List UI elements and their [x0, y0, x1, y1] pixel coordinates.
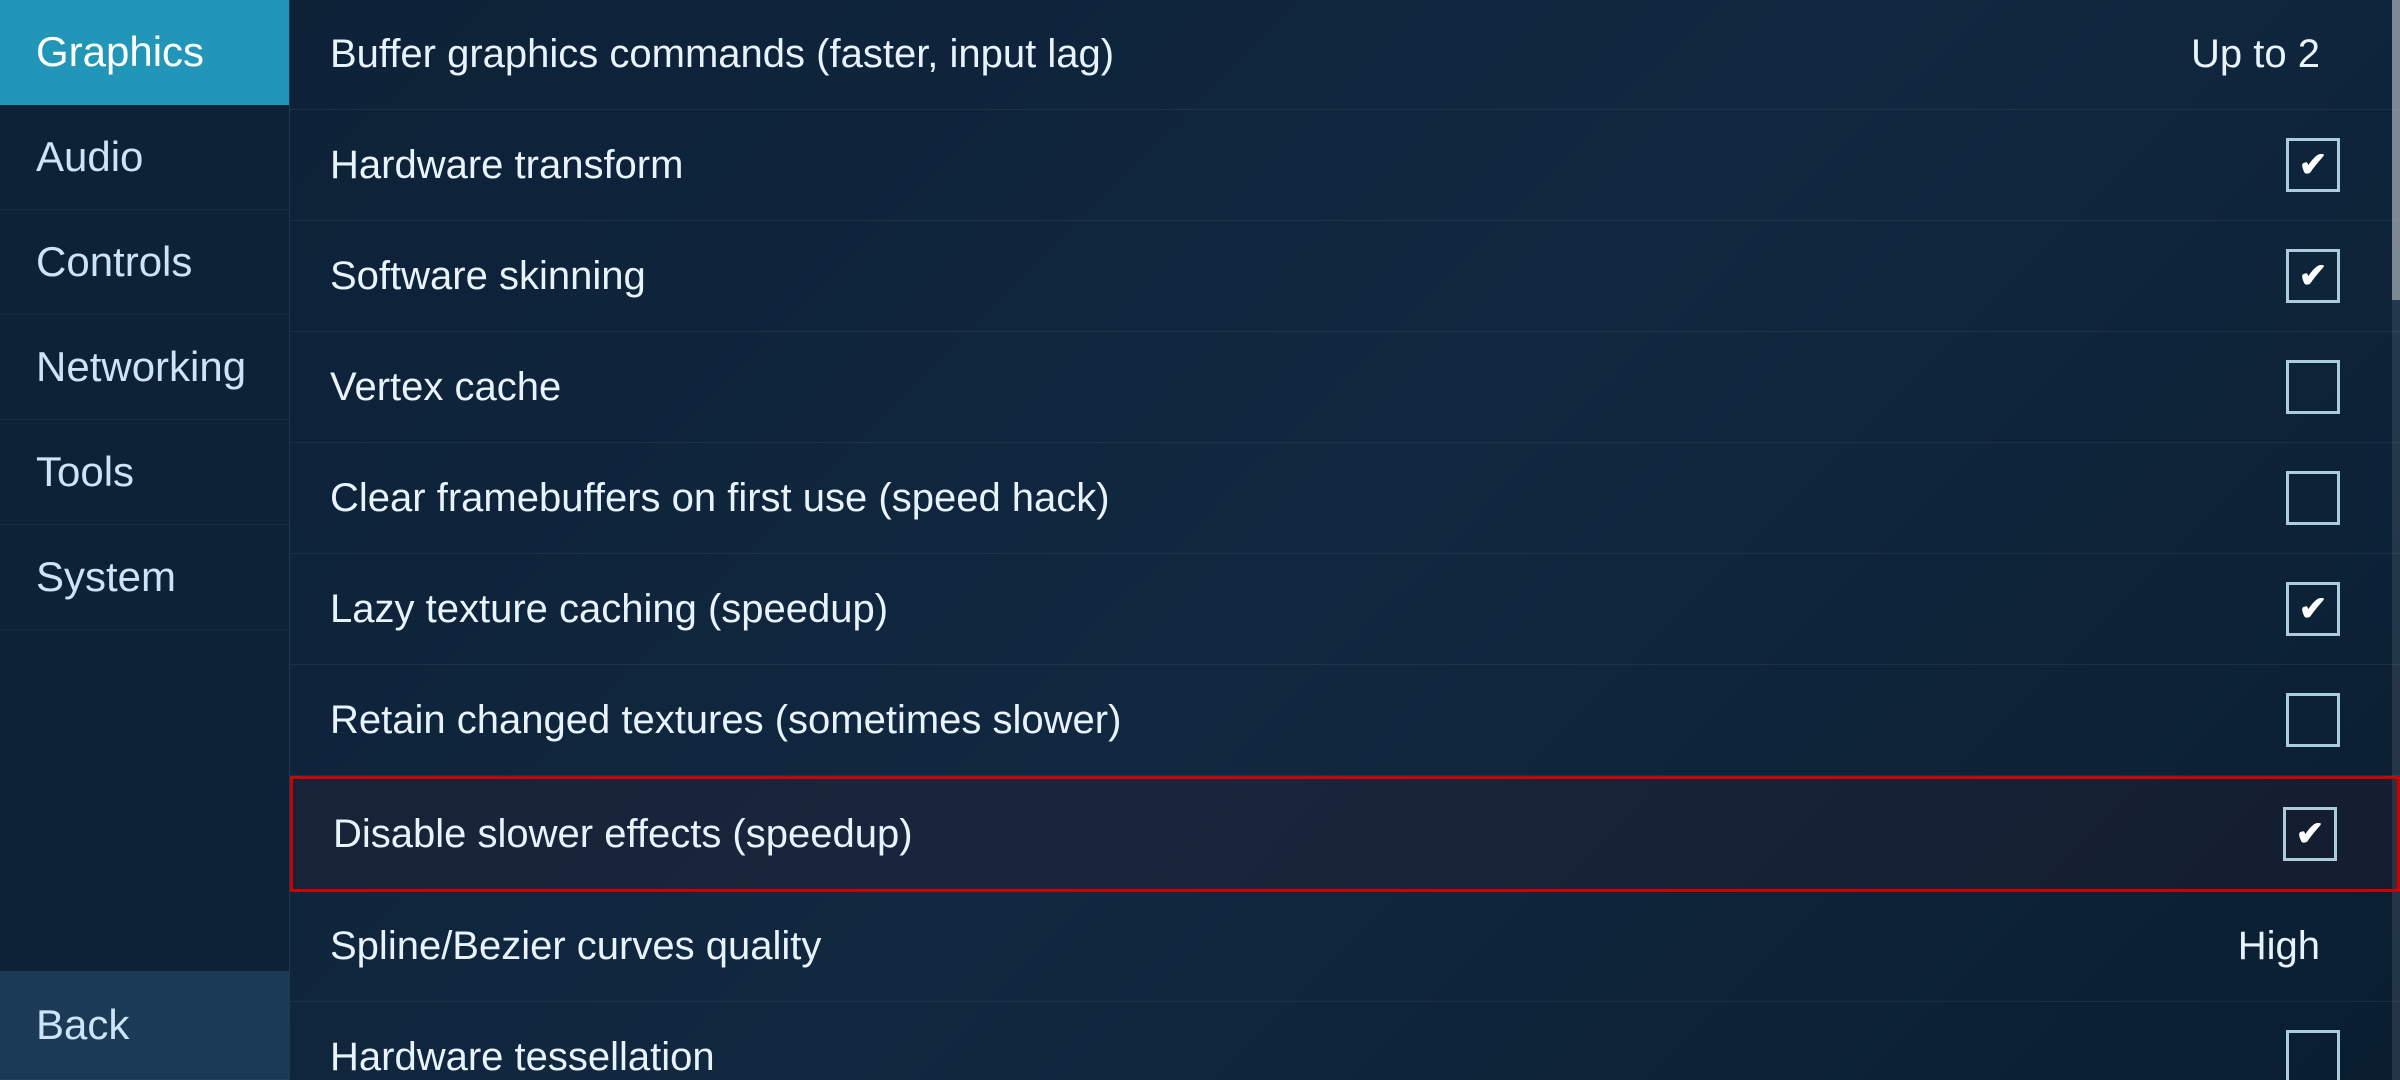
- checkbox-lazy-texture-caching[interactable]: [2286, 582, 2340, 636]
- setting-label-buffer-graphics: Buffer graphics commands (faster, input …: [330, 32, 2191, 77]
- sidebar-item-system-label: System: [36, 553, 176, 600]
- setting-label-retain-changed-textures: Retain changed textures (sometimes slowe…: [330, 698, 2286, 743]
- sidebar-item-audio-label: Audio: [36, 133, 143, 180]
- checkbox-hardware-tessellation[interactable]: [2286, 1030, 2340, 1080]
- sidebar-item-controls[interactable]: Controls: [0, 210, 289, 315]
- sidebar: Graphics Audio Controls Networking Tools…: [0, 0, 290, 1080]
- checkbox-retain-changed-textures[interactable]: [2286, 693, 2340, 747]
- setting-row-buffer-graphics[interactable]: Buffer graphics commands (faster, input …: [290, 0, 2400, 110]
- sidebar-item-graphics-label: Graphics: [36, 28, 204, 75]
- sidebar-item-tools-label: Tools: [36, 448, 134, 495]
- sidebar-item-audio[interactable]: Audio: [0, 105, 289, 210]
- setting-label-vertex-cache: Vertex cache: [330, 365, 2286, 410]
- setting-row-software-skinning[interactable]: Software skinning: [290, 221, 2400, 332]
- sidebar-item-tools[interactable]: Tools: [0, 420, 289, 525]
- sidebar-item-controls-label: Controls: [36, 238, 192, 285]
- setting-row-retain-changed-textures[interactable]: Retain changed textures (sometimes slowe…: [290, 665, 2400, 776]
- checkbox-clear-framebuffers[interactable]: [2286, 471, 2340, 525]
- setting-row-clear-framebuffers[interactable]: Clear framebuffers on first use (speed h…: [290, 443, 2400, 554]
- setting-row-spline-bezier[interactable]: Spline/Bezier curves qualityHigh: [290, 892, 2400, 1002]
- setting-label-clear-framebuffers: Clear framebuffers on first use (speed h…: [330, 476, 2286, 521]
- setting-row-disable-slower-effects[interactable]: Disable slower effects (speedup): [290, 776, 2400, 892]
- setting-row-lazy-texture-caching[interactable]: Lazy texture caching (speedup): [290, 554, 2400, 665]
- sidebar-item-graphics[interactable]: Graphics: [0, 0, 289, 105]
- sidebar-item-system[interactable]: System: [0, 525, 289, 630]
- setting-row-vertex-cache[interactable]: Vertex cache: [290, 332, 2400, 443]
- sidebar-item-back[interactable]: Back: [0, 971, 289, 1080]
- setting-label-hardware-transform: Hardware transform: [330, 143, 2286, 188]
- setting-label-spline-bezier: Spline/Bezier curves quality: [330, 924, 2238, 969]
- setting-value-buffer-graphics: Up to 2: [2191, 32, 2320, 77]
- settings-list: Buffer graphics commands (faster, input …: [290, 0, 2400, 1080]
- setting-row-hardware-transform[interactable]: Hardware transform: [290, 110, 2400, 221]
- sidebar-item-networking[interactable]: Networking: [0, 315, 289, 420]
- setting-label-disable-slower-effects: Disable slower effects (speedup): [333, 812, 2283, 857]
- checkbox-hardware-transform[interactable]: [2286, 138, 2340, 192]
- sidebar-item-networking-label: Networking: [36, 343, 246, 390]
- setting-row-hardware-tessellation[interactable]: Hardware tessellation: [290, 1002, 2400, 1080]
- setting-value-spline-bezier: High: [2238, 924, 2320, 969]
- setting-label-hardware-tessellation: Hardware tessellation: [330, 1035, 2286, 1080]
- checkbox-software-skinning[interactable]: [2286, 249, 2340, 303]
- main-content: Buffer graphics commands (faster, input …: [290, 0, 2400, 1080]
- checkbox-disable-slower-effects[interactable]: [2283, 807, 2337, 861]
- setting-label-lazy-texture-caching: Lazy texture caching (speedup): [330, 587, 2286, 632]
- setting-label-software-skinning: Software skinning: [330, 254, 2286, 299]
- checkbox-vertex-cache[interactable]: [2286, 360, 2340, 414]
- sidebar-back-label: Back: [36, 1001, 129, 1048]
